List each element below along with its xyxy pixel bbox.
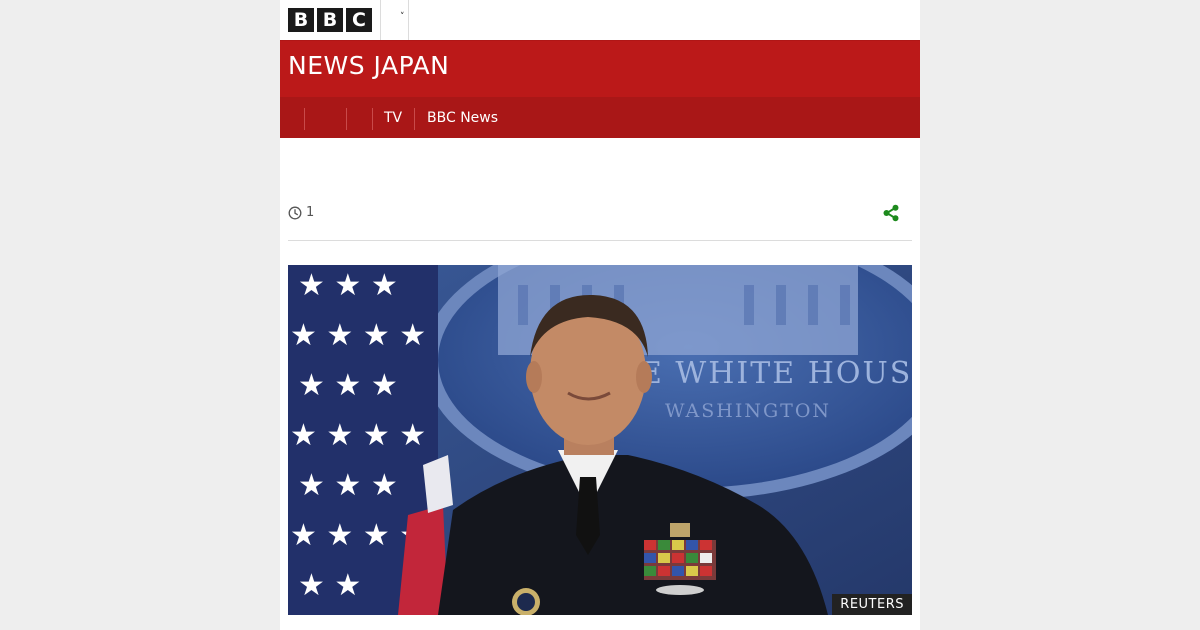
image-credit: REUTERS <box>832 594 912 615</box>
article-meta: 1 <box>288 204 912 224</box>
svg-text:★ ★: ★ ★ <box>298 568 361 603</box>
svg-text:★ ★ ★ ★: ★ ★ ★ ★ <box>290 418 426 453</box>
svg-text:★ ★ ★: ★ ★ ★ <box>298 268 398 303</box>
clock-icon <box>288 206 302 220</box>
background-text-washington: WASHINGTON <box>665 400 831 422</box>
page: B B C ˅ NEWS JAPAN TV BBC News 1 THE WHI… <box>280 0 920 630</box>
hero-image: THE WHITE HOUSE WASHINGTON ★ ★ ★ ★ ★ ★ ★… <box>288 265 912 615</box>
topbar-divider <box>408 0 409 40</box>
nav-separator <box>304 108 305 130</box>
nav-separator <box>346 108 347 130</box>
svg-text:★ ★ ★ ★: ★ ★ ★ ★ <box>290 318 426 353</box>
masthead-title-news: NEWS <box>288 51 366 80</box>
bbc-logo[interactable]: B B C <box>288 8 372 32</box>
masthead-title[interactable]: NEWS JAPAN <box>288 53 449 78</box>
logo-letter-b2: B <box>317 8 343 32</box>
nav-separator <box>414 108 415 130</box>
nav-item-1[interactable] <box>310 108 340 128</box>
logo-letter-c: C <box>346 8 372 32</box>
logo-letter-b1: B <box>288 8 314 32</box>
hero-photo: THE WHITE HOUSE WASHINGTON ★ ★ ★ ★ ★ ★ ★… <box>288 265 912 615</box>
nav-bar: TV BBC News <box>280 97 920 138</box>
masthead-title-japan: JAPAN <box>373 51 450 80</box>
share-icon[interactable] <box>882 204 900 222</box>
nav-item-tv[interactable]: TV <box>384 108 402 128</box>
chevron-down-icon[interactable]: ˅ <box>400 12 405 22</box>
nav-item-2[interactable] <box>352 108 366 128</box>
masthead: NEWS JAPAN <box>280 40 920 97</box>
svg-text:★ ★ ★: ★ ★ ★ <box>298 468 398 503</box>
meta-divider <box>288 240 912 241</box>
nav-separator <box>372 108 373 130</box>
nav-item-bbc-news[interactable]: BBC News <box>427 108 498 128</box>
svg-text:★ ★ ★: ★ ★ ★ <box>298 368 398 403</box>
topbar-divider <box>380 0 381 40</box>
top-bar: B B C ˅ <box>280 0 920 40</box>
timestamp-value: 1 <box>306 205 315 220</box>
